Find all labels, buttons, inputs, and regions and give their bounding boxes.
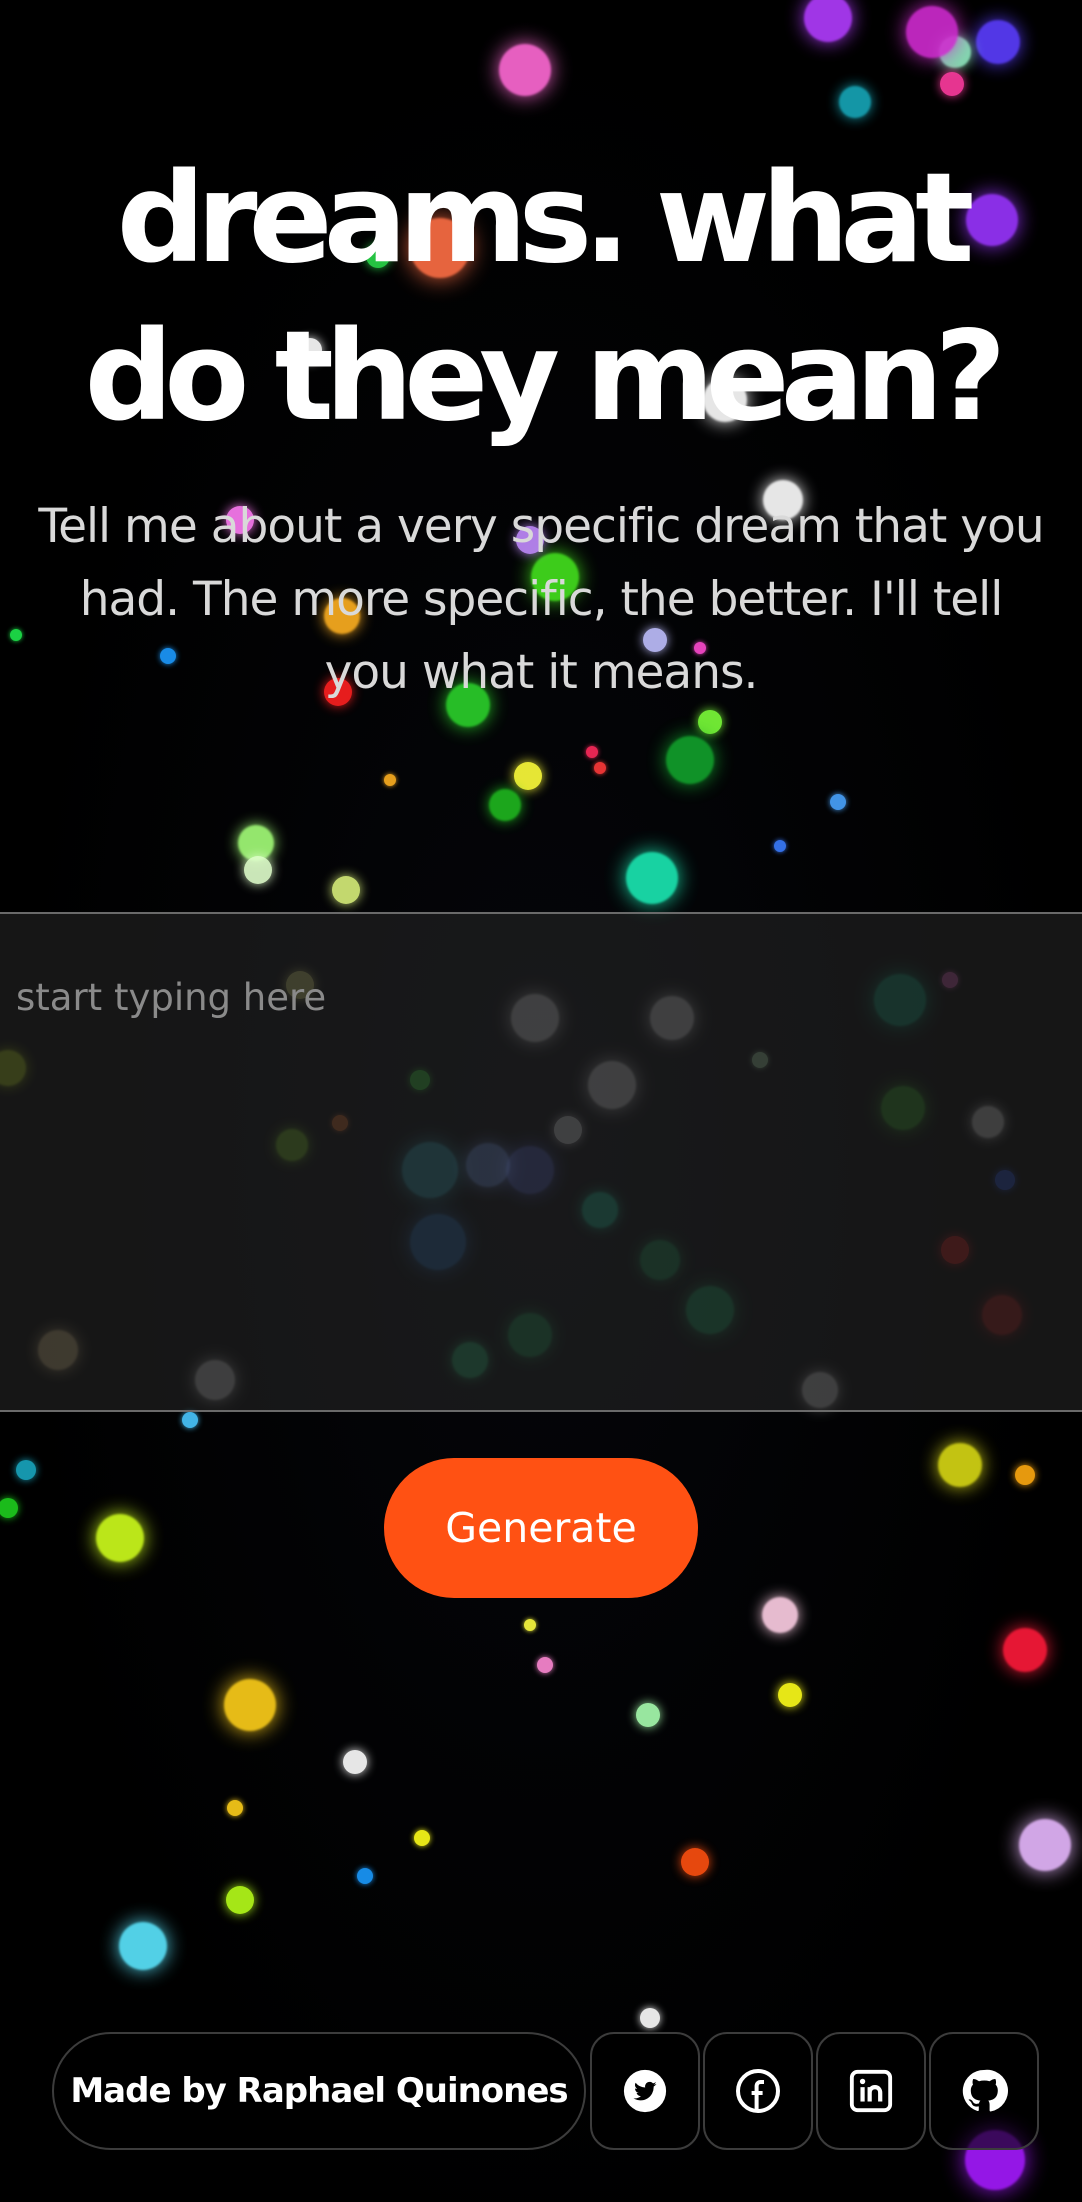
app-background: dreams. what do they mean? Tell me about… [0,0,1082,2202]
particle [636,1703,660,1727]
facebook-icon [734,2067,782,2115]
twitter-button[interactable] [590,2032,700,2150]
particle [489,789,521,821]
particle [762,1597,798,1633]
particle [681,1848,709,1876]
particle [357,1868,373,1884]
github-icon [960,2067,1008,2115]
page-title: dreams. what do they mean? [84,147,1007,449]
particle [906,6,958,58]
particle [226,1886,254,1914]
particle [244,856,272,884]
particle [96,1514,144,1562]
generate-button[interactable]: Generate [384,1458,698,1598]
particle [16,1460,36,1480]
particle [976,20,1020,64]
particle [594,762,606,774]
particle [332,876,360,904]
particle [774,840,786,852]
particle [0,1498,18,1518]
footer: Made by Raphael Quinones [52,2032,1042,2150]
particle [586,746,598,758]
particle [414,1830,430,1846]
particle [238,825,274,861]
particle [1019,1819,1071,1871]
particle [514,762,542,790]
particle [938,1443,982,1487]
twitter-icon [622,2068,668,2114]
page-subtitle: Tell me about a very specific dream that… [38,499,1044,700]
particle [778,1683,802,1707]
particle [119,1922,167,1970]
particle [537,1657,553,1673]
particle [1015,1465,1035,1485]
particle [182,1412,198,1428]
particle [10,629,22,641]
particle [804,0,852,42]
particle [224,1679,276,1731]
facebook-button[interactable] [703,2032,813,2150]
particle [830,794,846,810]
particle [343,1750,367,1774]
credit-link[interactable]: Made by Raphael Quinones [52,2032,586,2150]
dream-input[interactable] [0,912,1082,1412]
particle [524,1619,536,1631]
particle [939,36,971,68]
particle [940,72,964,96]
github-button[interactable] [929,2032,1039,2150]
particle [839,86,871,118]
particle [698,710,722,734]
particle [384,774,396,786]
particle [499,44,551,96]
particle [626,852,678,904]
particle [227,1800,243,1816]
particle [1003,1628,1047,1672]
linkedin-button[interactable] [816,2032,926,2150]
linkedin-icon [848,2068,894,2114]
particle [666,736,714,784]
particle [640,2008,660,2028]
